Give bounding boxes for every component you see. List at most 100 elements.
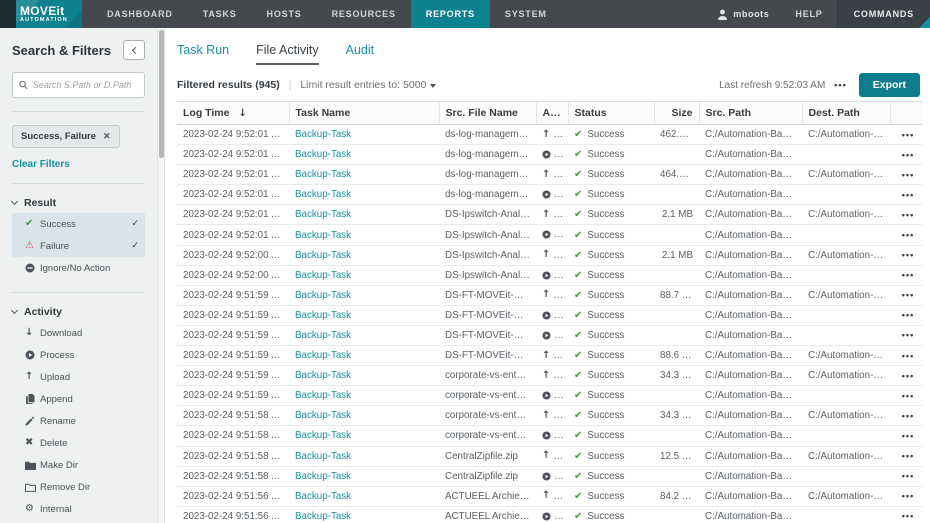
row-actions-menu[interactable]: ••• [890, 366, 922, 386]
help-link[interactable]: HELP [781, 0, 836, 28]
cell-dest-path: C:/Automation-Backup/Ba... [802, 125, 890, 145]
export-button[interactable]: Export [859, 73, 920, 97]
tab-file-activity[interactable]: File Activity [256, 43, 319, 65]
row-actions-menu[interactable]: ••• [890, 145, 922, 165]
refresh-more-menu[interactable]: ••• [834, 80, 846, 90]
row-actions-menu[interactable]: ••• [890, 165, 922, 185]
task-name-link[interactable]: Backup-Task [295, 209, 351, 220]
column-header-dest-path[interactable]: Dest. Path [802, 102, 890, 125]
clear-filters-link[interactable]: Clear Filters [12, 159, 145, 170]
divider [12, 111, 145, 112]
column-header-task-name[interactable]: Task Name [289, 102, 439, 125]
row-actions-menu[interactable]: ••• [890, 265, 922, 285]
limit-entries-dropdown[interactable]: Limit result entries to: 5000 [300, 79, 436, 91]
column-header-log-time[interactable]: Log Time↓ [177, 102, 289, 125]
sidebar-scrollbar[interactable] [157, 28, 164, 523]
nav-item-dashboard[interactable]: DASHBOARD [92, 0, 188, 28]
column-header-src-file-name[interactable]: Src. File Name [439, 102, 536, 125]
filter-item-delete[interactable]: ✖Delete [12, 432, 145, 454]
task-name-link[interactable]: Backup-Task [295, 290, 351, 301]
filter-item-append[interactable]: Append [12, 388, 145, 410]
tab-audit[interactable]: Audit [346, 43, 375, 65]
task-name-link[interactable]: Backup-Task [295, 350, 351, 361]
commands-button[interactable]: COMMANDS [837, 0, 930, 28]
remove-filter-icon[interactable]: ✕ [103, 131, 111, 142]
sidebar-collapse-button[interactable] [123, 40, 145, 60]
cell-log-time: 2023-02-24 9:51:58 AM [177, 466, 289, 486]
activity-section-header[interactable]: Activity [12, 306, 145, 318]
row-actions-menu[interactable]: ••• [890, 285, 922, 305]
row-actions-menu[interactable]: ••• [890, 185, 922, 205]
task-name-link[interactable]: Backup-Task [295, 270, 351, 281]
column-header-activity[interactable]: Activity [536, 102, 568, 125]
filter-item-remove-dir[interactable]: Remove Dir [12, 476, 145, 498]
result-section-header[interactable]: Result [12, 197, 145, 209]
nav-item-tasks[interactable]: TASKS [188, 0, 252, 28]
filter-item-failure[interactable]: ⚠Failure✓ [12, 235, 145, 257]
nav-item-hosts[interactable]: HOSTS [252, 0, 317, 28]
task-name-link[interactable]: Backup-Task [295, 250, 351, 261]
task-name-link[interactable]: Backup-Task [295, 451, 351, 462]
task-name-link[interactable]: Backup-Task [295, 129, 351, 140]
sidebar-scrollbar-thumb[interactable] [159, 30, 164, 158]
filter-item-make-dir[interactable]: Make Dir [12, 454, 145, 476]
nav-item-resources[interactable]: RESOURCES [317, 0, 411, 28]
row-actions-menu[interactable]: ••• [890, 125, 922, 145]
task-name-link[interactable]: Backup-Task [295, 491, 351, 502]
filter-item-internal[interactable]: ⚙Internal [12, 498, 145, 520]
task-name-link[interactable]: Backup-Task [295, 169, 351, 180]
filter-item-rename[interactable]: Rename [12, 410, 145, 432]
row-actions-menu[interactable]: ••• [890, 466, 922, 486]
moveit-logo[interactable]: MOVEit AUTOMATION [16, 0, 82, 28]
tab-task-run[interactable]: Task Run [177, 43, 229, 65]
column-header-src-path[interactable]: Src. Path [699, 102, 802, 125]
task-name-link[interactable]: Backup-Task [295, 149, 351, 160]
download-icon: ↓ [25, 328, 40, 338]
row-actions-menu[interactable]: ••• [890, 245, 922, 265]
cell-log-time: 2023-02-24 9:51:59 AM [177, 366, 289, 386]
task-name-link[interactable]: Backup-Task [295, 189, 351, 200]
cell-log-time: 2023-02-24 9:51:58 AM [177, 406, 289, 426]
cell-status: ✔Success [568, 366, 654, 386]
task-name-link[interactable]: Backup-Task [295, 390, 351, 401]
row-actions-menu[interactable]: ••• [890, 486, 922, 506]
column-header-size[interactable]: Size [654, 102, 699, 125]
row-actions-menu[interactable]: ••• [890, 446, 922, 466]
main-nav: DASHBOARDTASKSHOSTSRESOURCESREPORTSSYSTE… [92, 0, 562, 28]
task-name-link[interactable]: Backup-Task [295, 471, 351, 482]
row-actions-menu[interactable]: ••• [890, 346, 922, 366]
user-menu[interactable]: mboots [705, 0, 781, 28]
cell-activity: Process [536, 506, 568, 523]
cell-log-time: 2023-02-24 9:51:58 AM [177, 446, 289, 466]
row-actions-menu[interactable]: ••• [890, 225, 922, 245]
cell-status: ✔Success [568, 285, 654, 305]
row-actions-menu[interactable]: ••• [890, 205, 922, 225]
nav-item-system[interactable]: SYSTEM [490, 0, 562, 28]
task-name-link[interactable]: Backup-Task [295, 370, 351, 381]
task-name-link[interactable]: Backup-Task [295, 310, 351, 321]
task-name-link[interactable]: Backup-Task [295, 430, 351, 441]
filter-item-process[interactable]: Process [12, 344, 145, 366]
row-actions-menu[interactable]: ••• [890, 325, 922, 345]
cell-log-time: 2023-02-24 9:51:56 AM [177, 486, 289, 506]
row-actions-menu[interactable]: ••• [890, 506, 922, 523]
task-name-link[interactable]: Backup-Task [295, 410, 351, 421]
filter-item-success[interactable]: ✔Success✓ [12, 213, 145, 235]
column-header-status[interactable]: Status [568, 102, 654, 125]
cell-src-path: C:/Automation-Backup/DS... [699, 285, 802, 305]
filter-item-ignore-no-action[interactable]: Ignore/No Action [12, 257, 145, 279]
active-filter-chip[interactable]: Success, Failure ✕ [12, 125, 120, 148]
cell-status: ✔Success [568, 466, 654, 486]
task-name-link[interactable]: Backup-Task [295, 230, 351, 241]
task-name-link[interactable]: Backup-Task [295, 511, 351, 522]
task-name-link[interactable]: Backup-Task [295, 330, 351, 341]
nav-item-reports[interactable]: REPORTS [411, 0, 490, 28]
filter-item-download[interactable]: ↓Download [12, 322, 145, 344]
row-actions-menu[interactable]: ••• [890, 305, 922, 325]
row-actions-menu[interactable]: ••• [890, 386, 922, 406]
row-actions-menu[interactable]: ••• [890, 426, 922, 446]
filter-item-upload[interactable]: ↑Upload [12, 366, 145, 388]
cell-activity: Process [536, 265, 568, 285]
search-input[interactable] [33, 80, 138, 90]
row-actions-menu[interactable]: ••• [890, 406, 922, 426]
